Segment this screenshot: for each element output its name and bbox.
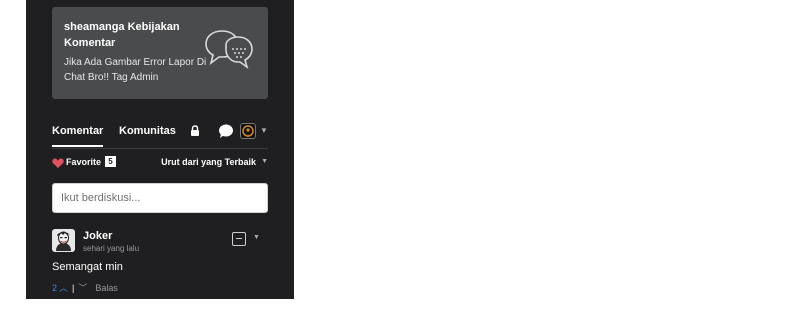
favorite-row: Favorite 5 Urut dari yang Terbaik ▼ bbox=[52, 156, 268, 170]
upvote-icon[interactable]: ︿ bbox=[59, 283, 68, 293]
vote-divider: | bbox=[72, 283, 75, 293]
avatar[interactable] bbox=[52, 229, 75, 252]
bubble-icon[interactable] bbox=[218, 124, 234, 143]
comment-item: Joker sehari yang lalu ▼ Semangat min 2 ︿… bbox=[52, 229, 268, 299]
chevron-down-icon[interactable]: ▼ bbox=[260, 126, 268, 135]
tab-comments[interactable]: Komentar bbox=[52, 125, 104, 147]
lock-icon[interactable] bbox=[190, 124, 200, 142]
comment-input[interactable]: Ikut berdiskusi... bbox=[52, 183, 268, 213]
tab-community[interactable]: Komunitas bbox=[119, 125, 176, 137]
policy-title: sheamanga Kebijakan Komentar bbox=[64, 21, 180, 49]
reply-button[interactable]: Balas bbox=[95, 283, 118, 293]
favorite-button[interactable]: Favorite bbox=[66, 157, 101, 167]
comment-text: Semangat min bbox=[52, 261, 123, 273]
policy-text: Jika Ada Gambar Error Lapor Di Chat Bro!… bbox=[64, 57, 207, 83]
avatar-icon[interactable] bbox=[240, 123, 256, 139]
vote-count: 2 bbox=[52, 283, 58, 293]
comment-time[interactable]: sehari yang lalu bbox=[83, 244, 139, 253]
chevron-down-icon[interactable]: ▼ bbox=[253, 234, 260, 241]
downvote-icon[interactable]: ﹀ bbox=[78, 283, 87, 293]
comments-panel: sheamanga Kebijakan Komentar Jika Ada Ga… bbox=[26, 0, 294, 299]
collapse-icon[interactable] bbox=[232, 232, 246, 246]
comment-author[interactable]: Joker bbox=[83, 230, 112, 242]
chevron-down-icon[interactable]: ▼ bbox=[261, 158, 268, 165]
chat-bubbles-icon bbox=[204, 27, 254, 80]
heart-icon[interactable] bbox=[52, 156, 64, 174]
sort-dropdown[interactable]: Urut dari yang Terbaik bbox=[161, 157, 256, 167]
comment-input-placeholder: Ikut berdiskusi... bbox=[61, 192, 141, 204]
comment-actions: 2 ︿ | ﹀ Balas bbox=[52, 281, 118, 294]
comment-tabs: Komentar Komunitas ▼ bbox=[52, 122, 268, 149]
favorite-count: 5 bbox=[105, 156, 116, 167]
comment-policy-box: sheamanga Kebijakan Komentar Jika Ada Ga… bbox=[52, 7, 268, 99]
